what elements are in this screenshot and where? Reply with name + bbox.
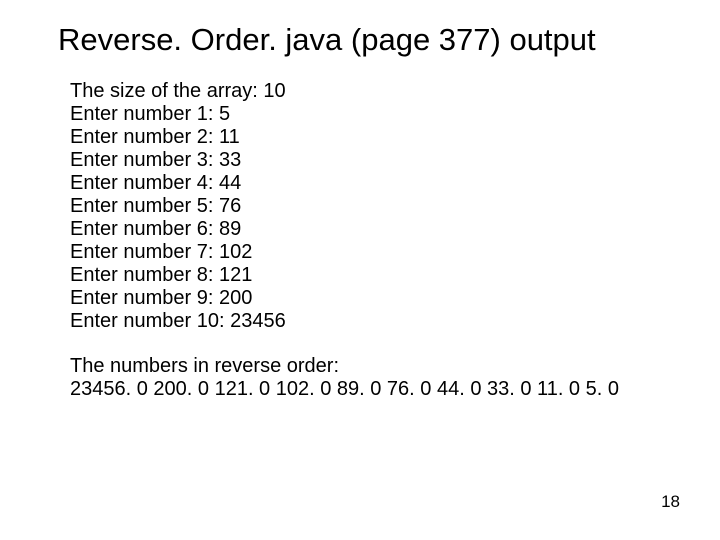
slide-body: The size of the array: 10 Enter number 1… xyxy=(70,80,680,401)
slide-title: Reverse. Order. java (page 377) output xyxy=(58,22,596,58)
reverse-order-label: The numbers in reverse order: xyxy=(70,355,680,378)
entry-line: Enter number 5: 76 xyxy=(70,195,680,218)
entry-line: Enter number 10: 23456 xyxy=(70,310,680,333)
entry-line: Enter number 3: 33 xyxy=(70,149,680,172)
entry-line: Enter number 2: 11 xyxy=(70,126,680,149)
spacer xyxy=(70,333,680,355)
entry-line: Enter number 6: 89 xyxy=(70,218,680,241)
reverse-order-numbers: 23456. 0 200. 0 121. 0 102. 0 89. 0 76. … xyxy=(70,378,680,401)
slide: Reverse. Order. java (page 377) output T… xyxy=(0,0,720,540)
array-size-line: The size of the array: 10 xyxy=(70,80,680,103)
entry-line: Enter number 8: 121 xyxy=(70,264,680,287)
page-number: 18 xyxy=(661,492,680,512)
entry-line: Enter number 9: 200 xyxy=(70,287,680,310)
entry-line: Enter number 1: 5 xyxy=(70,103,680,126)
entry-line: Enter number 4: 44 xyxy=(70,172,680,195)
entry-line: Enter number 7: 102 xyxy=(70,241,680,264)
